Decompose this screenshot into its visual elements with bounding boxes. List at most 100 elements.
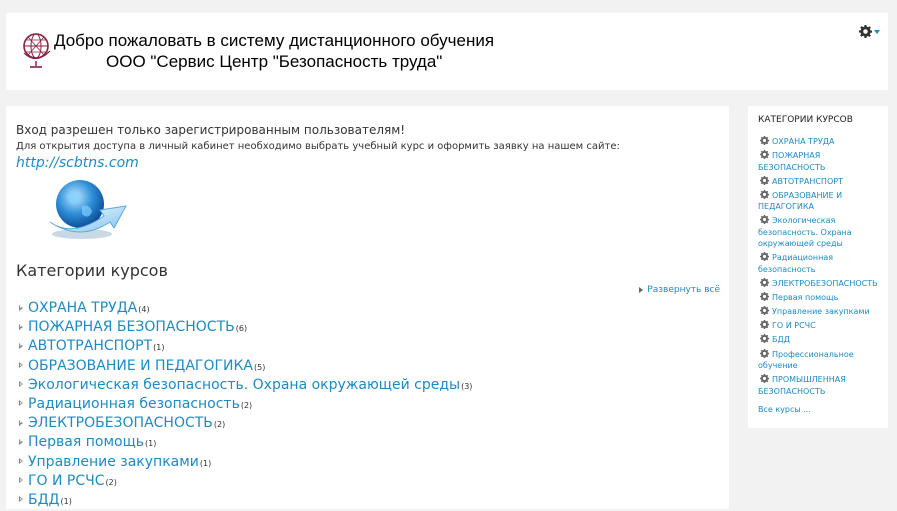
sidebar-category-label[interactable]: ГО И РСЧС — [772, 321, 816, 330]
category-count: (1) — [145, 439, 157, 449]
category-list: ОХРАНА ТРУДА(4) ПОЖАРНАЯ БЕЗОПАСНОСТЬ(6) А… — [19, 297, 472, 508]
category-gear-icon — [760, 150, 769, 160]
sidebar-category-label[interactable]: ПРОМЫШЛЕННАЯ БЕЗОПАСНОСТЬ — [758, 375, 846, 396]
sidebar-category-label[interactable]: ОХРАНА ТРУДА — [772, 137, 834, 146]
category-gear-icon — [760, 175, 769, 185]
sidebar-category-label[interactable]: ЭЛЕКТРОБЕЗОПАСНОСТЬ — [772, 279, 878, 288]
expand-all-label[interactable]: Развернуть всё — [647, 285, 720, 295]
category-link[interactable]: ОБРАЗОВАНИЕ И ПЕДАГОГИКА — [28, 358, 253, 374]
sidebar-category-item[interactable]: ПРОМЫШЛЕННАЯ БЕЗОПАСНОСТЬ — [758, 374, 884, 397]
category-item: Экологическая безопасность. Охрана окруж… — [19, 374, 472, 393]
expand-triangle-icon[interactable] — [19, 496, 23, 503]
site-link[interactable]: http://scbtns.com — [16, 155, 139, 171]
site-title-line2: ООО "Сервис Центр "Безопасность труда" — [106, 52, 443, 71]
access-message: Для открытия доступа в личный кабинет не… — [16, 141, 620, 152]
category-count: (3) — [461, 381, 473, 391]
sidebar-categories-block: КАТЕГОРИИ КУРСОВ ОХРАНА ТРУДА ПОЖАРНАЯ БЕ… — [748, 106, 888, 428]
category-item: Управление закупками(1) — [19, 451, 472, 470]
category-link[interactable]: ОХРАНА ТРУДА — [28, 300, 137, 316]
category-link[interactable]: Радиационная безопасность — [28, 396, 240, 412]
category-item: ГО И РСЧС(2) — [19, 470, 472, 489]
sidebar-category-item[interactable]: ОБРАЗОВАНИЕ И ПЕДАГОГИКА — [758, 189, 884, 213]
sidebar-category-item[interactable]: Экологическая безопасность. Охрана окруж… — [758, 215, 884, 250]
category-gear-icon — [760, 374, 769, 384]
page-header: Добро пожаловать в систему дистанционног… — [6, 13, 888, 90]
sidebar-category-label[interactable]: БДД — [772, 335, 790, 344]
expand-triangle-icon[interactable] — [19, 304, 23, 311]
expand-triangle-icon[interactable] — [19, 342, 23, 349]
sidebar-category-item[interactable]: Профессиональное обучение — [758, 348, 884, 372]
sidebar-category-item[interactable]: АВТОТРАНСПОРТ — [758, 175, 884, 188]
globe-logo-icon — [23, 33, 51, 68]
expand-all-link[interactable]: Развернуть всё — [639, 285, 720, 295]
sidebar-title: КАТЕГОРИИ КУРСОВ — [758, 115, 853, 125]
sidebar-category-label[interactable]: АВТОТРАНСПОРТ — [772, 177, 843, 186]
settings-menu[interactable] — [859, 25, 880, 38]
expand-triangle-icon[interactable] — [19, 362, 23, 369]
expand-triangle-icon[interactable] — [19, 381, 23, 388]
caret-down-icon[interactable] — [874, 29, 880, 34]
category-link[interactable]: Экологическая безопасность. Охрана окруж… — [28, 377, 460, 393]
sidebar-category-item[interactable]: БДД — [758, 334, 884, 346]
category-count: (2) — [213, 420, 226, 430]
category-item: ОХРАНА ТРУДА(4) — [19, 297, 472, 316]
sidebar-category-item[interactable]: ОХРАНА ТРУДА — [758, 136, 884, 148]
login-message: Вход разрешен только зарегистрированным … — [16, 123, 406, 137]
sidebar-category-label[interactable]: Профессиональное обучение — [758, 350, 854, 371]
category-item: АВТОТРАНСПОРТ(1) — [19, 335, 472, 354]
category-link[interactable]: Управление закупками — [28, 454, 199, 470]
category-link[interactable]: Первая помощь — [28, 434, 144, 450]
category-gear-icon — [760, 348, 769, 358]
sidebar-category-label[interactable]: Экологическая безопасность. Охрана окруж… — [758, 216, 852, 248]
sidebar-category-label[interactable]: Радиационная безопасность — [758, 253, 833, 274]
triangle-right-icon — [639, 286, 644, 293]
category-item: Радиационная безопасность(2) — [19, 393, 472, 412]
categories-heading: Категории курсов — [16, 261, 168, 280]
category-gear-icon — [760, 334, 769, 344]
category-count: (5) — [254, 362, 266, 372]
category-count: (2) — [105, 477, 117, 487]
category-count: (4) — [138, 305, 150, 314]
category-gear-icon — [760, 320, 769, 330]
expand-triangle-icon[interactable] — [19, 458, 23, 464]
category-gear-icon — [760, 292, 769, 302]
category-gear-icon — [760, 136, 769, 145]
gear-icon[interactable] — [859, 25, 872, 38]
main-content: Вход разрешен только зарегистрированным … — [6, 106, 729, 509]
sidebar-category-label[interactable]: Управление закупками — [772, 307, 870, 316]
category-gear-icon — [760, 306, 769, 316]
category-link[interactable]: ПОЖАРНАЯ БЕЗОПАСНОСТЬ — [28, 319, 235, 335]
category-link[interactable]: АВТОТРАНСПОРТ — [28, 338, 152, 354]
all-courses-link[interactable]: Все курсы ... — [758, 405, 811, 414]
expand-triangle-icon[interactable] — [19, 477, 23, 484]
category-link[interactable]: ГО И РСЧС — [28, 473, 105, 489]
category-item: Первая помощь(1) — [19, 431, 472, 450]
sidebar-category-item[interactable]: ПОЖАРНАЯ БЕЗОПАСНОСТЬ — [758, 150, 884, 173]
sidebar-category-label[interactable]: Первая помощь — [772, 293, 838, 302]
sidebar-category-item[interactable]: ЭЛЕКТРОБЕЗОПАСНОСТЬ — [758, 278, 884, 290]
category-count: (6) — [235, 324, 248, 334]
expand-triangle-icon[interactable] — [19, 438, 23, 445]
category-gear-icon — [760, 189, 769, 199]
category-item: ЭЛЕКТРОБЕЗОПАСНОСТЬ(2) — [19, 412, 472, 431]
expand-triangle-icon[interactable] — [19, 400, 23, 407]
sidebar-category-item[interactable]: Первая помощь — [758, 292, 884, 304]
category-item: ОБРАЗОВАНИЕ И ПЕДАГОГИКА(5) — [19, 355, 472, 374]
category-link[interactable]: БДД — [28, 492, 59, 508]
sidebar-category-item[interactable]: Управление закупками — [758, 306, 884, 318]
category-count: (2) — [240, 400, 253, 410]
sidebar-category-label[interactable]: ОБРАЗОВАНИЕ И ПЕДАГОГИКА — [758, 191, 842, 212]
sidebar-category-item[interactable]: Радиационная безопасность — [758, 252, 884, 275]
expand-triangle-icon[interactable] — [19, 419, 23, 426]
category-count: (1) — [60, 496, 72, 506]
sidebar-category-item[interactable]: ГО И РСЧС — [758, 320, 884, 332]
category-count: (1) — [153, 343, 165, 353]
category-link[interactable]: ЭЛЕКТРОБЕЗОПАСНОСТЬ — [28, 415, 213, 431]
globe-arrow-icon — [49, 180, 127, 239]
category-item: БДД(1) — [19, 489, 472, 508]
category-item: ПОЖАРНАЯ БЕЗОПАСНОСТЬ(6) — [19, 316, 472, 335]
site-title-line1: Добро пожаловать в систему дистанционног… — [54, 31, 495, 50]
expand-triangle-icon[interactable] — [19, 323, 23, 330]
category-gear-icon — [760, 215, 769, 225]
category-gear-icon — [760, 252, 769, 262]
